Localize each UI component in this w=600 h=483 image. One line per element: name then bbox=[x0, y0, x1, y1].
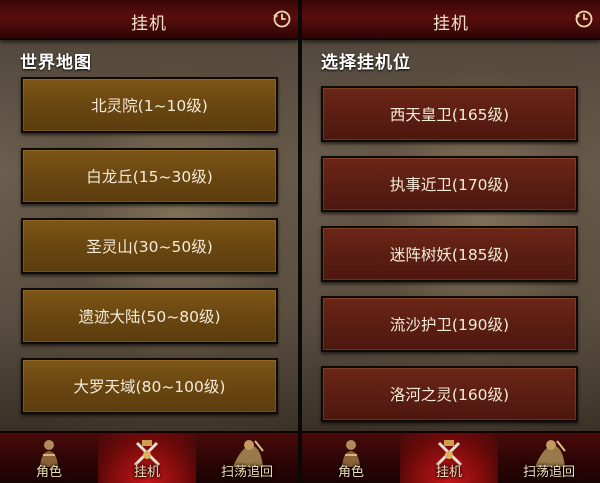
tab-idle[interactable]: 挂机 bbox=[400, 433, 498, 483]
spot-item-zhishijinwei[interactable]: 执事近卫(170级) bbox=[321, 156, 578, 212]
map-item-yijidalu[interactable]: 遗迹大陆(50~80级) bbox=[21, 288, 278, 344]
spot-item-label: 迷阵树妖(185级) bbox=[389, 246, 510, 264]
header-bar: 挂机 bbox=[0, 0, 298, 40]
header-title: 挂机 bbox=[131, 14, 167, 34]
map-item-label: 北灵院(1~10级) bbox=[91, 97, 208, 115]
app-screenshots: 挂机 世界地图 北灵院(1~10级) 白龙丘(15~30级) 圣灵山(30~50… bbox=[0, 0, 600, 483]
tab-idle[interactable]: 挂机 bbox=[98, 433, 196, 483]
tab-character[interactable]: 角色 bbox=[302, 433, 400, 483]
header-title: 挂机 bbox=[433, 14, 469, 34]
tab-sweep-recover[interactable]: 扫荡追回 bbox=[498, 433, 600, 483]
section-title: 世界地图 bbox=[20, 53, 92, 73]
tab-label: 角色 bbox=[35, 465, 62, 480]
tab-label: 扫荡追回 bbox=[522, 465, 575, 480]
spot-item-mizhenshuyao[interactable]: 迷阵树妖(185级) bbox=[321, 226, 578, 282]
section-title: 选择挂机位 bbox=[321, 53, 411, 73]
world-map-screen: 挂机 世界地图 北灵院(1~10级) 白龙丘(15~30级) 圣灵山(30~50… bbox=[0, 0, 298, 483]
bottom-tab-bar: 角色 挂机 扫荡追回 bbox=[302, 431, 600, 483]
spot-item-label: 西天皇卫(165级) bbox=[389, 106, 510, 124]
tab-label: 挂机 bbox=[435, 465, 462, 480]
map-item-daluotianyu[interactable]: 大罗天域(80~100级) bbox=[21, 358, 278, 414]
tab-sweep-recover[interactable]: 扫荡追回 bbox=[196, 433, 298, 483]
map-item-label: 白龙丘(15~30级) bbox=[86, 168, 213, 186]
spot-item-label: 流沙护卫(190级) bbox=[389, 316, 510, 334]
spot-item-label: 洛河之灵(160级) bbox=[389, 386, 510, 404]
clock-icon[interactable] bbox=[272, 9, 292, 29]
bottom-tab-bar: 角色 挂机 扫荡追回 bbox=[0, 431, 298, 483]
map-item-label: 遗迹大陆(50~80级) bbox=[78, 308, 221, 326]
map-item-bailongqiu[interactable]: 白龙丘(15~30级) bbox=[21, 148, 278, 204]
select-spot-screen: 挂机 选择挂机位 西天皇卫(165级) 执事近卫(170级) 迷阵树妖(185级… bbox=[302, 0, 600, 483]
spot-item-liushahuwei[interactable]: 流沙护卫(190级) bbox=[321, 296, 578, 352]
header-bar: 挂机 bbox=[302, 0, 600, 40]
map-item-beilingyuan[interactable]: 北灵院(1~10级) bbox=[21, 77, 278, 133]
tab-label: 角色 bbox=[337, 465, 364, 480]
map-item-shenglingshan[interactable]: 圣灵山(30~50级) bbox=[21, 218, 278, 274]
spot-item-xitianhuangwei[interactable]: 西天皇卫(165级) bbox=[321, 86, 578, 142]
map-item-label: 大罗天域(80~100级) bbox=[73, 378, 226, 396]
tab-character[interactable]: 角色 bbox=[0, 433, 98, 483]
clock-icon[interactable] bbox=[574, 9, 594, 29]
spot-item-luohezhiling[interactable]: 洛河之灵(160级) bbox=[321, 366, 578, 422]
spot-item-label: 执事近卫(170级) bbox=[389, 176, 510, 194]
tab-label: 扫荡追回 bbox=[220, 465, 273, 480]
tab-label: 挂机 bbox=[133, 465, 160, 480]
map-item-label: 圣灵山(30~50级) bbox=[86, 238, 213, 256]
